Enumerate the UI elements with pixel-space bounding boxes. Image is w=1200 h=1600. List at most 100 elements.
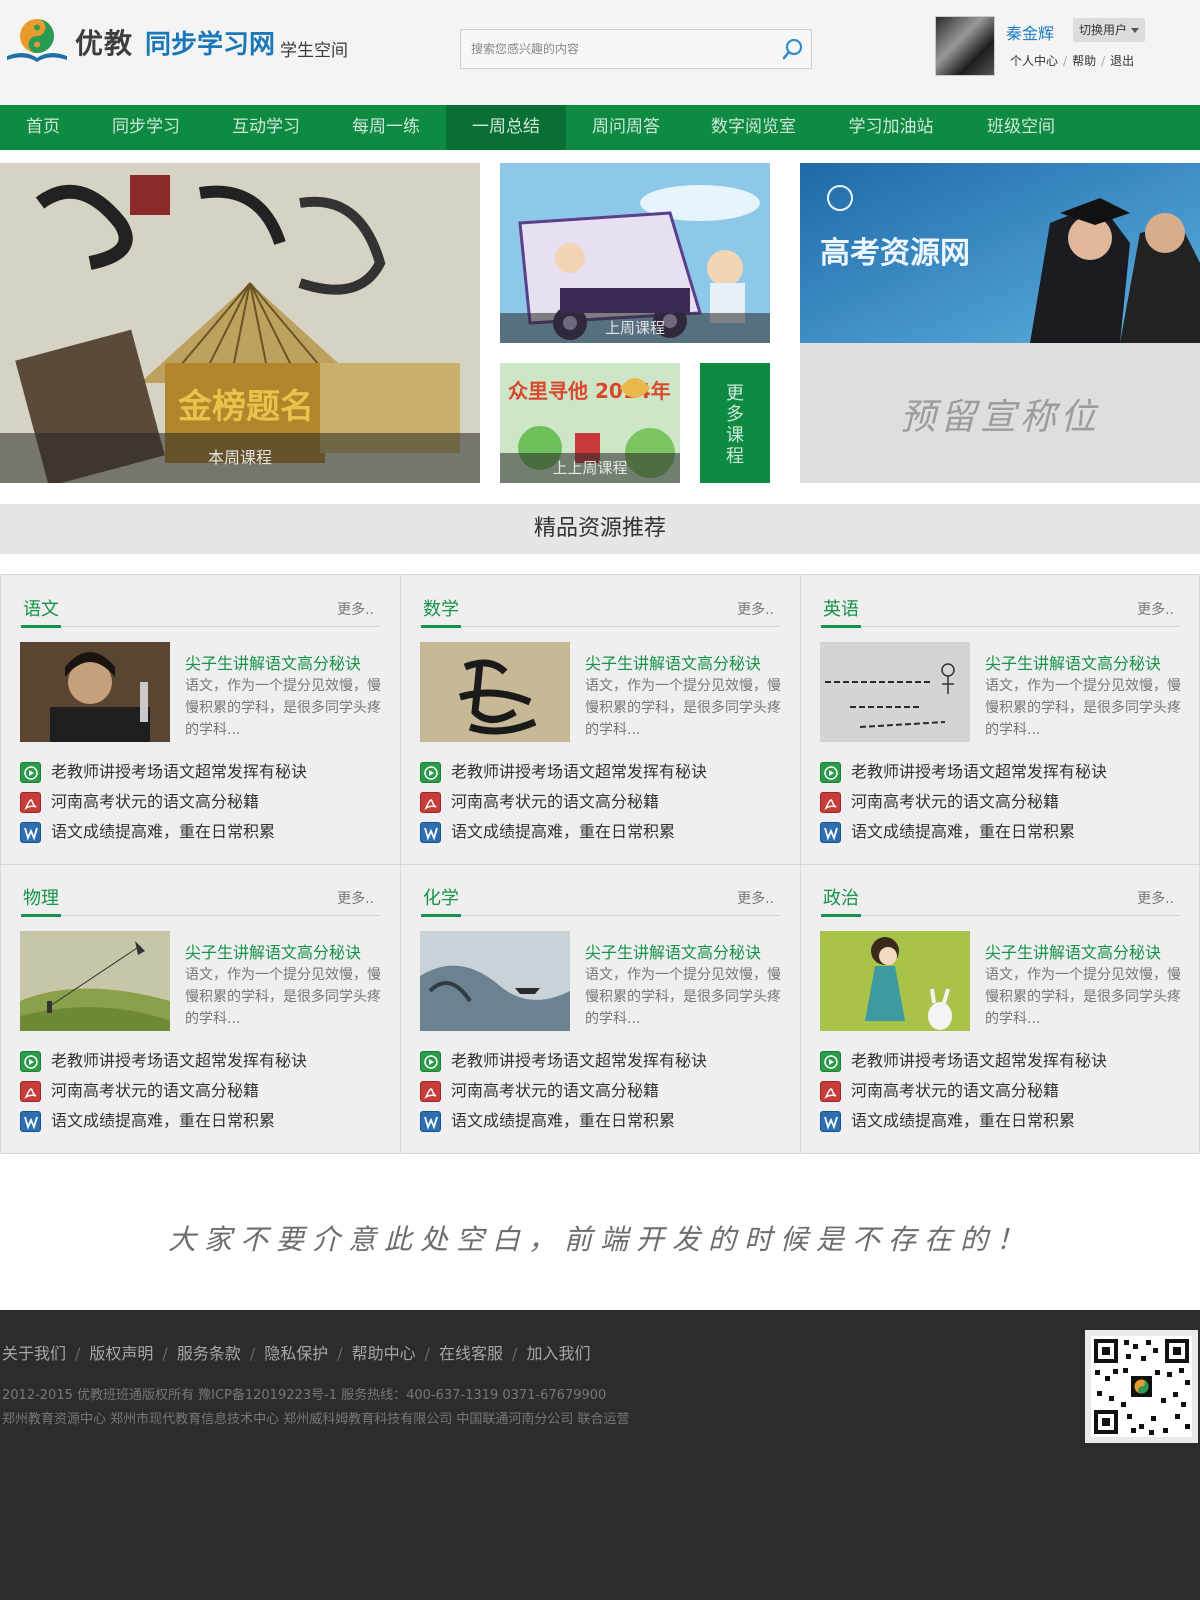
footer-link-online-service[interactable]: 在线客服 bbox=[439, 1344, 503, 1363]
feature-title[interactable]: 尖子生讲解语文高分秘诀 bbox=[985, 650, 1161, 674]
feature-title[interactable]: 尖子生讲解语文高分秘诀 bbox=[185, 650, 361, 674]
video-icon bbox=[820, 762, 841, 783]
resource-link-word[interactable]: 语文成绩提高难，重在日常积累 bbox=[20, 817, 390, 847]
resource-link-video[interactable]: 老教师讲授考场语文超常发挥有秘诀 bbox=[20, 1046, 390, 1076]
nav-item-interactive-learning[interactable]: 互动学习 bbox=[206, 105, 326, 150]
divider: / bbox=[1063, 54, 1068, 68]
resource-link-pdf[interactable]: 河南高考状元的语文高分秘籍 bbox=[820, 787, 1190, 817]
card-more-link[interactable]: 更多.. bbox=[737, 888, 774, 908]
banner-caption-this-week: 本周课程 bbox=[0, 433, 480, 483]
footer-link-terms[interactable]: 服务条款 bbox=[177, 1344, 241, 1363]
banner-last-week[interactable]: 上周课程 bbox=[500, 163, 770, 343]
resource-link-video[interactable]: 老教师讲授考场语文超常发挥有秘诀 bbox=[820, 1046, 1190, 1076]
switch-user-dropdown[interactable]: 切换用户 bbox=[1073, 18, 1145, 42]
hero-lettering: 金榜题名 bbox=[177, 387, 314, 427]
banner-gaokao-resource[interactable]: 高考资源网 bbox=[800, 163, 1200, 343]
pdf-icon bbox=[20, 1081, 41, 1102]
feature-title[interactable]: 尖子生讲解语文高分秘诀 bbox=[985, 939, 1161, 963]
nav-item-home[interactable]: 首页 bbox=[0, 105, 86, 150]
card-more-link[interactable]: 更多.. bbox=[337, 888, 374, 908]
user-avatar[interactable] bbox=[935, 16, 995, 76]
resource-link-video[interactable]: 老教师讲授考场语文超常发挥有秘诀 bbox=[20, 757, 390, 787]
more-courses-char: 课 bbox=[726, 425, 744, 446]
resource-link-text: 老教师讲授考场语文超常发挥有秘诀 bbox=[451, 762, 708, 781]
subject-underline bbox=[21, 625, 61, 628]
video-icon bbox=[420, 1051, 441, 1072]
card-more-link[interactable]: 更多.. bbox=[737, 599, 774, 619]
card-more-link[interactable]: 更多.. bbox=[1137, 599, 1174, 619]
feature-thumbnail[interactable] bbox=[420, 931, 570, 1031]
footer-link-join-us[interactable]: 加入我们 bbox=[526, 1344, 590, 1363]
resource-link-pdf[interactable]: 河南高考状元的语文高分秘籍 bbox=[20, 787, 390, 817]
resource-link-word[interactable]: 语文成绩提高难，重在日常积累 bbox=[420, 817, 790, 847]
nav-item-weekly-qa[interactable]: 周问周答 bbox=[566, 105, 686, 150]
card-subject[interactable]: 语文 bbox=[23, 595, 59, 621]
link-logout[interactable]: 退出 bbox=[1110, 52, 1134, 69]
reserved-ad-slot[interactable]: 预留宣称位 bbox=[800, 343, 1200, 483]
feature-description: 语文，作为一个提分见效慢，慢慢积累的学科，是很多同学头疼的学科... bbox=[585, 967, 781, 1027]
nav-item-weekly-summary[interactable]: 一周总结 bbox=[446, 105, 566, 150]
word-icon bbox=[420, 822, 441, 843]
footer-operators: 郑州教育资源中心 郑州市现代教育信息技术中心 郑州威科姆教育科技有限公司 中国联… bbox=[2, 1412, 630, 1427]
card-subject[interactable]: 政治 bbox=[823, 884, 859, 910]
footer-link-about[interactable]: 关于我们 bbox=[2, 1344, 66, 1363]
feature-thumbnail[interactable] bbox=[420, 642, 570, 742]
card-more-link[interactable]: 更多.. bbox=[1137, 888, 1174, 908]
search-box bbox=[460, 29, 812, 69]
site-logo[interactable]: 优教 同步学习网 学生空间 bbox=[5, 16, 350, 68]
resource-links: 老教师讲授考场语文超常发挥有秘诀 河南高考状元的语文高分秘籍 语文成绩提高难，重… bbox=[420, 757, 790, 847]
feature-thumbnail[interactable] bbox=[820, 931, 970, 1031]
resource-link-video[interactable]: 老教师讲授考场语文超常发挥有秘诀 bbox=[420, 1046, 790, 1076]
feature-thumbnail[interactable] bbox=[820, 642, 970, 742]
username[interactable]: 秦金辉 bbox=[1006, 20, 1054, 44]
resource-link-word[interactable]: 语文成绩提高难，重在日常积累 bbox=[820, 817, 1190, 847]
resource-link-video[interactable]: 老教师讲授考场语文超常发挥有秘诀 bbox=[820, 757, 1190, 787]
subject-underline bbox=[821, 914, 861, 917]
resource-link-text: 老教师讲授考场语文超常发挥有秘诀 bbox=[51, 1051, 308, 1070]
footer-link-copyright[interactable]: 版权声明 bbox=[89, 1344, 153, 1363]
link-personal-center[interactable]: 个人中心 bbox=[1010, 52, 1058, 69]
divider: / bbox=[1101, 54, 1106, 68]
link-help[interactable]: 帮助 bbox=[1072, 52, 1096, 69]
resource-link-pdf[interactable]: 河南高考状元的语文高分秘籍 bbox=[420, 1076, 790, 1106]
search-icon[interactable] bbox=[781, 37, 805, 61]
resource-link-word[interactable]: 语文成绩提高难，重在日常积累 bbox=[420, 1106, 790, 1136]
card-subject[interactable]: 数学 bbox=[423, 595, 459, 621]
card-more-link[interactable]: 更多.. bbox=[337, 599, 374, 619]
more-courses-button[interactable]: 更 多 课 程 bbox=[700, 363, 770, 483]
card-header: 英语 更多.. bbox=[821, 575, 1180, 628]
logo-space-text: 学生空间 bbox=[280, 41, 348, 61]
card-subject[interactable]: 物理 bbox=[23, 884, 59, 910]
banner-this-week[interactable]: 金榜题名 本周课程 bbox=[0, 163, 480, 483]
resource-link-pdf[interactable]: 河南高考状元的语文高分秘籍 bbox=[420, 787, 790, 817]
nav-item-digital-reading-room[interactable]: 数字阅览室 bbox=[686, 105, 821, 150]
resource-link-video[interactable]: 老教师讲授考场语文超常发挥有秘诀 bbox=[420, 757, 790, 787]
feature-thumbnail[interactable] bbox=[20, 642, 170, 742]
footer-link-privacy[interactable]: 隐私保护 bbox=[264, 1344, 328, 1363]
banner-week-before-last[interactable]: 众里寻他 2014年 上上周课程 bbox=[500, 363, 680, 483]
nav-item-weekly-practice[interactable]: 每周一练 bbox=[326, 105, 446, 150]
feature-description: 语文，作为一个提分见效慢，慢慢积累的学科，是很多同学头疼的学科... bbox=[985, 678, 1181, 738]
resource-link-word[interactable]: 语文成绩提高难，重在日常积累 bbox=[820, 1106, 1190, 1136]
feature-title[interactable]: 尖子生讲解语文高分秘诀 bbox=[585, 939, 761, 963]
footer-link-help-center[interactable]: 帮助中心 bbox=[352, 1344, 416, 1363]
card-header: 语文 更多.. bbox=[21, 575, 380, 628]
divider: / bbox=[337, 1344, 343, 1363]
search-input[interactable] bbox=[461, 30, 761, 68]
resource-link-pdf[interactable]: 河南高考状元的语文高分秘籍 bbox=[820, 1076, 1190, 1106]
card-subject[interactable]: 化学 bbox=[423, 884, 459, 910]
divider: / bbox=[75, 1344, 81, 1363]
nav-item-learning-station[interactable]: 学习加油站 bbox=[821, 105, 961, 150]
nav-item-sync-learning[interactable]: 同步学习 bbox=[86, 105, 206, 150]
nav-item-class-space[interactable]: 班级空间 bbox=[961, 105, 1081, 150]
gaokao-site-name: 高考资源网 bbox=[820, 236, 970, 271]
resource-links: 老教师讲授考场语文超常发挥有秘诀 河南高考状元的语文高分秘籍 语文成绩提高难，重… bbox=[420, 1046, 790, 1136]
resource-link-word[interactable]: 语文成绩提高难，重在日常积累 bbox=[20, 1106, 390, 1136]
page: 优教 同步学习网 学生空间 秦金辉 切换用户 个人中心 / 帮助 / 退出 首页 同步学… bbox=[0, 0, 1200, 1600]
chevron-down-icon bbox=[1131, 28, 1139, 33]
feature-title[interactable]: 尖子生讲解语文高分秘诀 bbox=[585, 650, 761, 674]
feature-title[interactable]: 尖子生讲解语文高分秘诀 bbox=[185, 939, 361, 963]
feature-thumbnail[interactable] bbox=[20, 931, 170, 1031]
resource-link-pdf[interactable]: 河南高考状元的语文高分秘籍 bbox=[20, 1076, 390, 1106]
card-subject[interactable]: 英语 bbox=[823, 595, 859, 621]
